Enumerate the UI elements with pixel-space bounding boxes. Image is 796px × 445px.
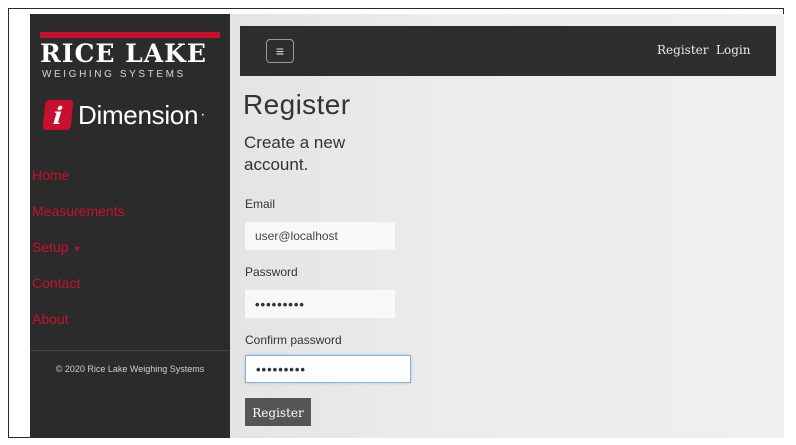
sidebar-item-label: Setup: [32, 239, 69, 255]
page-subtitle: Create a new account.: [244, 133, 346, 174]
sidebar-nav: Home Measurements Setup ▾ Contact About: [32, 158, 228, 338]
top-navbar: ≡ Register Login: [240, 26, 776, 76]
navbar-register-link[interactable]: Register: [657, 43, 708, 57]
dimension-brand[interactable]: i Dimension ·: [42, 98, 206, 132]
password-field[interactable]: [245, 290, 395, 318]
confirm-password-field[interactable]: [245, 355, 411, 383]
email-label: Email: [245, 197, 276, 211]
logo-stripe: [40, 32, 220, 38]
rice-lake-logo: RICE LAKE: [40, 39, 207, 68]
hamburger-icon: ≡: [275, 43, 285, 59]
password-label: Password: [245, 265, 298, 279]
dimension-logo-icon: i: [42, 100, 74, 130]
hamburger-menu-button[interactable]: ≡: [266, 39, 294, 63]
sidebar-divider: [30, 350, 230, 351]
page-title: Register: [243, 89, 351, 120]
sidebar-item-about[interactable]: About: [32, 302, 228, 338]
register-button[interactable]: Register: [245, 398, 311, 426]
dimension-product-name: Dimension: [78, 99, 199, 130]
sidebar-item-measurements[interactable]: Measurements: [32, 194, 228, 230]
main-content: ≡ Register Login Register Create a new a…: [230, 14, 784, 438]
navbar-login-link[interactable]: Login: [716, 43, 750, 57]
email-field[interactable]: [245, 222, 395, 250]
sidebar-item-home[interactable]: Home: [32, 158, 228, 194]
copyright-text: © 2020 Rice Lake Weighing Systems: [55, 364, 205, 374]
sidebar-item-contact[interactable]: Contact: [32, 266, 228, 302]
sidebar-item-label: About: [32, 311, 69, 327]
sidebar-item-label: Measurements: [32, 203, 125, 219]
logo-tagline: WEIGHING SYSTEMS: [42, 69, 186, 80]
sidebar: RICE LAKE WEIGHING SYSTEMS i Dimension ·…: [30, 14, 230, 438]
trademark-mark: ·: [200, 106, 206, 123]
sidebar-item-setup[interactable]: Setup ▾: [32, 230, 228, 266]
caret-down-icon: ▾: [74, 244, 80, 255]
confirm-password-label: Confirm password: [245, 333, 342, 347]
sidebar-item-label: Contact: [32, 275, 81, 291]
sidebar-item-label: Home: [32, 167, 70, 183]
